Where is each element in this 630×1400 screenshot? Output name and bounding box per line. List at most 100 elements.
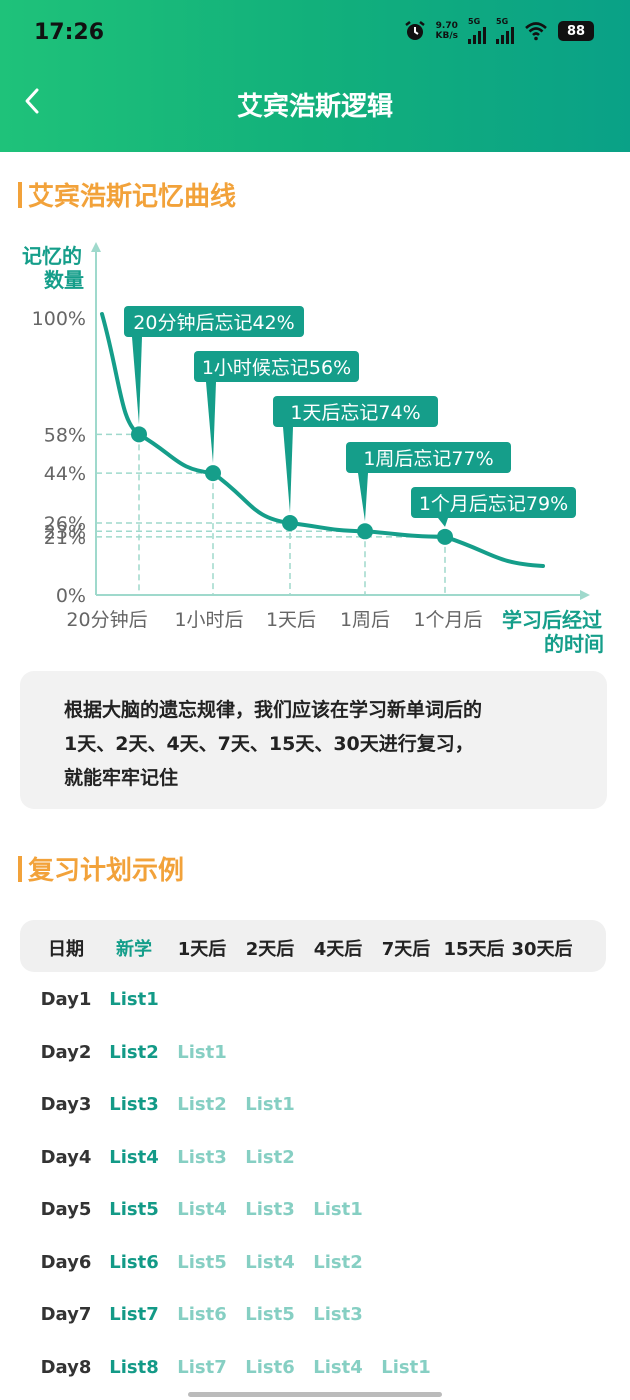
header-4day: 4天后	[313, 939, 363, 960]
table-row: Day2 List2 List1	[20, 1042, 606, 1072]
row-new-list: List7	[109, 1304, 159, 1325]
table-row: Day8 List8 List7 List6 List4 List1	[20, 1357, 606, 1387]
row-review-list: List1	[245, 1094, 295, 1115]
row-review-list: List2	[177, 1094, 227, 1115]
section-bar	[18, 855, 22, 882]
forgetting-curve-chart: 记忆的数量学习后经过的时间100%58%44%26%23%21%0%20分钟后 1…	[22, 242, 604, 656]
plan-section-title: 复习计划示例	[18, 850, 184, 887]
row-review-list: List4	[245, 1251, 295, 1273]
row-review-list: List4	[177, 1199, 227, 1220]
row-day: Day2	[40, 1041, 92, 1063]
table-row: Day6 List6 List5 List4 List2	[20, 1252, 606, 1282]
annotation-label: 1小时候忘记56%	[202, 357, 351, 379]
row-review-list: List4	[313, 1356, 363, 1378]
row-review-list: List6	[177, 1304, 227, 1325]
y-axis-title-line1: 记忆的	[22, 244, 82, 268]
row-day: Day1	[40, 989, 92, 1010]
section-bar	[18, 181, 22, 208]
y-tick-label: 100%	[32, 308, 86, 330]
row-review-list: List3	[245, 1199, 295, 1220]
x-tick-label: 1周后	[340, 609, 390, 631]
annotation-pointer	[358, 473, 368, 522]
row-new-list: List6	[109, 1251, 159, 1273]
annotation-label: 1周后忘记77%	[363, 448, 493, 470]
x-tick-label: 1小时后	[174, 609, 243, 631]
annotation-label: 1个月后忘记79%	[419, 493, 568, 515]
curve-section-title-text: 艾宾浩斯记忆曲线	[28, 182, 237, 212]
data-point	[205, 465, 221, 482]
signal-icon-2: 5G	[496, 18, 514, 44]
row-new-list: List8	[109, 1356, 159, 1378]
row-review-list: List5	[245, 1304, 295, 1325]
x-axis-arrow	[580, 590, 590, 600]
y-tick-label: 21%	[44, 527, 86, 549]
x-tick-label: 1个月后	[413, 609, 482, 631]
x-axis-title-line1: 学习后经过	[502, 608, 602, 632]
plan-section-title-text: 复习计划示例	[28, 856, 185, 886]
row-review-list: List2	[245, 1146, 295, 1168]
x-tick-label: 20分钟后	[66, 609, 147, 631]
status-time: 17:26	[34, 20, 105, 45]
schedule-header: 日期 新学 1天后 2天后 4天后 7天后 15天后 30天后	[20, 920, 606, 972]
app-header: 17:26 9.70 KB/s 5G 5G 88 艾宾浩斯逻辑	[0, 0, 630, 152]
header-30day: 30天后	[511, 939, 573, 960]
curve-section-title: 艾宾浩斯记忆曲线	[18, 176, 236, 213]
annotation-label: 20分钟后忘记42%	[133, 312, 294, 334]
header-date: 日期	[48, 939, 84, 960]
annotation-pointer	[438, 518, 448, 527]
table-row: Day7 List7 List6 List5 List3	[20, 1304, 606, 1334]
table-row: Day1 List1	[20, 989, 606, 1019]
x-tick-label: 1天后	[266, 609, 316, 631]
data-point	[282, 514, 298, 531]
row-day: Day7	[40, 1304, 92, 1325]
info-line-3: 就能牢牢记住	[64, 767, 179, 789]
y-tick-label: 0%	[56, 585, 86, 607]
row-review-list: List3	[177, 1146, 227, 1168]
net-speed: 9.70 KB/s	[435, 21, 458, 41]
data-point	[357, 523, 373, 540]
row-new-list: List5	[109, 1199, 159, 1220]
row-review-list: List3	[313, 1304, 363, 1325]
table-row: Day5 List5 List4 List3 List1	[20, 1199, 606, 1229]
y-axis-title-line2: 数量	[44, 268, 84, 292]
annotation-pointer	[132, 337, 142, 425]
row-review-list: List1	[313, 1199, 363, 1220]
row-day: Day6	[40, 1251, 92, 1273]
annotation-pointer	[206, 382, 216, 464]
row-new-list: List4	[109, 1146, 159, 1168]
info-line-1: 根据大脑的遗忘规律，我们应该在学习新单词后的	[64, 699, 483, 721]
row-day: Day5	[40, 1199, 92, 1220]
header-1day: 1天后	[177, 939, 227, 960]
row-new-list: List1	[109, 989, 159, 1010]
row-day: Day3	[40, 1094, 92, 1115]
table-row: Day4 List4 List3 List2	[20, 1147, 606, 1177]
data-point	[437, 528, 453, 545]
row-review-list: List7	[177, 1356, 227, 1378]
y-axis-arrow	[91, 242, 101, 252]
annotation-label: 1天后忘记74%	[290, 402, 420, 424]
header-2day: 2天后	[245, 939, 295, 960]
info-box: 根据大脑的遗忘规律，我们应该在学习新单词后的 1天、2天、4天、7天、15天、3…	[20, 671, 607, 809]
y-tick-label: 58%	[44, 424, 86, 446]
row-review-list: List1	[177, 1041, 227, 1063]
data-point	[131, 426, 147, 443]
battery-icon: 88	[558, 21, 594, 41]
page-title: 艾宾浩斯逻辑	[236, 92, 393, 122]
home-indicator[interactable]	[188, 1392, 442, 1397]
header-15day: 15天后	[443, 939, 505, 960]
y-tick-label: 44%	[44, 463, 86, 485]
row-new-list: List3	[109, 1094, 159, 1115]
info-line-2: 1天、2天、4天、7天、15天、30天进行复习，	[64, 733, 474, 755]
header-new: 新学	[116, 939, 152, 960]
alarm-icon	[404, 21, 425, 40]
annotation-pointer	[283, 427, 293, 513]
row-review-list: List6	[245, 1356, 295, 1378]
x-axis-title-line2: 的时间	[544, 632, 604, 656]
row-review-list: List2	[313, 1251, 363, 1273]
status-icons: 9.70 KB/s 5G 5G 88	[404, 18, 594, 44]
row-day: Day8	[40, 1356, 92, 1378]
signal-icon: 5G	[468, 18, 486, 44]
row-day: Day4	[40, 1146, 92, 1168]
row-review-list: List1	[381, 1356, 431, 1378]
row-review-list: List5	[177, 1251, 227, 1273]
